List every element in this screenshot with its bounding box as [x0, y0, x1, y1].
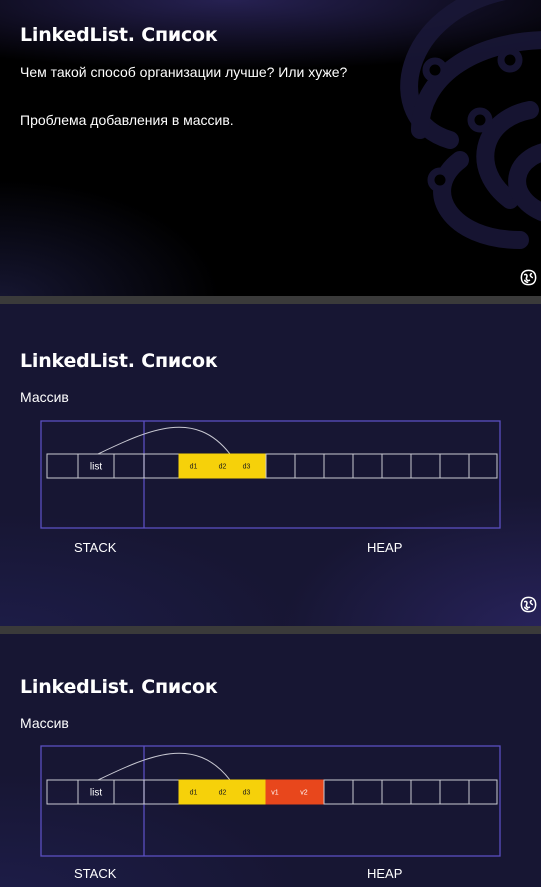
pointer-arrow	[97, 752, 231, 781]
slide-2: LinkedList. Список Массив list d1 d2 d3 …	[0, 304, 541, 626]
memory-frame	[40, 420, 501, 529]
heap-cell	[352, 779, 383, 805]
array-cell-d3	[236, 779, 267, 805]
slide-3: LinkedList. Список Массив list d1 d2 d3 …	[0, 634, 541, 887]
stack-cell	[46, 779, 79, 805]
stack-label: STACK	[74, 540, 117, 555]
heap-label: HEAP	[367, 866, 402, 881]
heap-cell	[352, 453, 383, 479]
array-cell-label: v1	[271, 790, 279, 797]
array-cell-label: d2	[219, 790, 227, 797]
brain-logo-icon	[520, 269, 537, 286]
slide-separator	[0, 296, 541, 304]
slide-separator	[0, 626, 541, 634]
heap-cell	[468, 453, 498, 479]
stack-cell	[113, 453, 145, 479]
heap-cell	[143, 779, 180, 805]
brain-emblem-background	[400, 0, 541, 249]
heap-cell	[468, 779, 498, 805]
slide-1: LinkedList. Список Чем такой способ орга…	[0, 0, 541, 296]
heap-cell	[143, 453, 180, 479]
pointer-label: list	[90, 788, 102, 799]
pointer-arrow	[97, 426, 231, 455]
heap-cell	[410, 779, 441, 805]
memory-diagram: list d1 d2 d3 v1 v2 STACK HEAP	[40, 745, 501, 881]
array-cell-label: d3	[243, 464, 251, 471]
heap-cell	[381, 453, 412, 479]
brain-logo-icon	[520, 596, 537, 613]
array-cell-label: d3	[243, 790, 251, 797]
heap-cell	[323, 779, 354, 805]
heap-cell	[439, 779, 470, 805]
heap-cell	[410, 453, 441, 479]
heap-label: HEAP	[367, 540, 402, 555]
heap-cell	[381, 779, 412, 805]
problem-text: Проблема добавления в массив.	[20, 112, 234, 128]
slide-title: LinkedList. Список	[20, 24, 218, 46]
array-cell-label: d1	[190, 790, 198, 797]
memory-diagram: list d1 d2 d3 STACK HEAP	[40, 420, 501, 555]
stack-cell	[46, 453, 79, 479]
array-cell-label: v2	[300, 790, 308, 797]
stack-cell	[113, 779, 145, 805]
heap-cell	[439, 453, 470, 479]
stack-label: STACK	[74, 866, 117, 881]
heap-cell	[294, 453, 325, 479]
pointer-label: list	[90, 462, 102, 473]
question-text: Чем такой способ организации лучше? Или …	[20, 64, 348, 80]
heap-cell	[265, 453, 296, 479]
heap-cell	[323, 453, 354, 479]
array-cell-d3	[236, 453, 267, 479]
array-cell-label: d1	[190, 464, 198, 471]
array-cell-label: d2	[219, 464, 227, 471]
